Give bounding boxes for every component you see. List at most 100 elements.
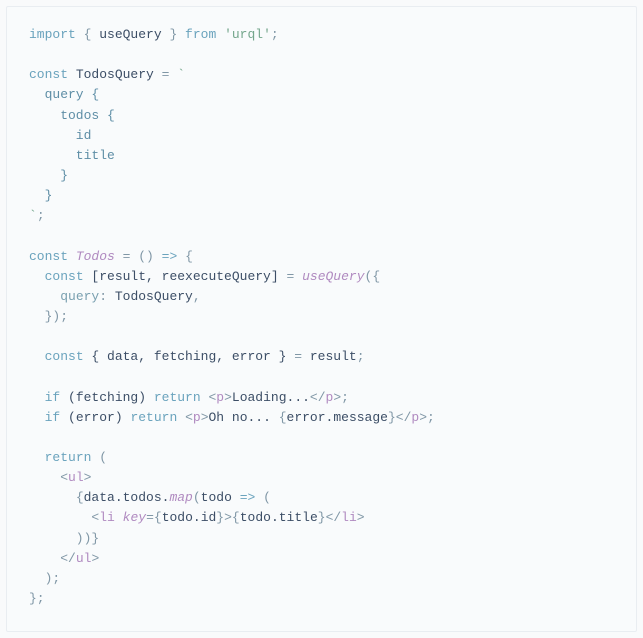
tok: (fetching) — [60, 390, 154, 405]
tok: } — [388, 410, 396, 425]
tok: => — [162, 249, 178, 264]
tok: ); — [29, 571, 60, 586]
tok: </ — [396, 410, 412, 425]
tok: = — [154, 67, 177, 82]
tok: > — [91, 551, 99, 566]
tok: from — [185, 27, 216, 42]
tok: : — [99, 289, 115, 304]
tok: { data, fetching, error } — [84, 349, 295, 364]
tok: ( — [91, 450, 107, 465]
tok — [68, 67, 76, 82]
tok — [177, 410, 185, 425]
tok — [29, 450, 45, 465]
tok: import — [29, 27, 76, 42]
tok: } — [318, 510, 326, 525]
tok: { — [76, 27, 99, 42]
tok — [29, 510, 91, 525]
tok: ( — [193, 490, 201, 505]
tok: { — [76, 490, 84, 505]
tok: ; — [271, 27, 279, 42]
tok — [115, 510, 123, 525]
tok: > — [224, 390, 232, 405]
tok: </ — [326, 510, 342, 525]
tok — [29, 470, 60, 485]
tok: id — [29, 128, 91, 143]
tok: { — [279, 410, 287, 425]
tok: error.message — [287, 410, 388, 425]
tok: () — [130, 249, 161, 264]
tok: ))} — [29, 531, 99, 546]
tok: > — [419, 410, 427, 425]
tok: => — [240, 490, 256, 505]
tok: ( — [255, 490, 271, 505]
tok: const — [29, 249, 68, 264]
tok: return — [154, 390, 201, 405]
tok — [216, 27, 224, 42]
tok — [29, 490, 76, 505]
code-content: import { useQuery } from 'urql'; const T… — [29, 25, 614, 609]
tok: const — [29, 67, 68, 82]
tok: key — [123, 510, 146, 525]
tok: { — [232, 510, 240, 525]
tok: todo — [201, 490, 240, 505]
tok: p — [193, 410, 201, 425]
code-block: import { useQuery } from 'urql'; const T… — [6, 6, 637, 632]
tok: result — [302, 349, 357, 364]
tok: ; — [37, 208, 45, 223]
tok: useQuery — [99, 27, 161, 42]
tok: return — [45, 450, 92, 465]
tok: } — [29, 188, 52, 203]
tok: > — [84, 470, 92, 485]
tok: { — [154, 510, 162, 525]
tok: useQuery — [302, 269, 364, 284]
tok: todos { — [29, 108, 115, 123]
tok: TodosQuery — [115, 289, 193, 304]
tok: ; — [341, 390, 349, 405]
tok: } — [29, 168, 68, 183]
tok: > — [333, 390, 341, 405]
tok: ` — [29, 208, 37, 223]
tok: ; — [357, 349, 365, 364]
tok: return — [130, 410, 177, 425]
tok: title — [29, 148, 115, 163]
tok: Loading... — [232, 390, 310, 405]
tok: } — [162, 27, 185, 42]
tok: if — [45, 410, 61, 425]
tok — [294, 269, 302, 284]
tok: li — [99, 510, 115, 525]
tok — [29, 390, 45, 405]
tok: }; — [29, 591, 45, 606]
tok: < — [185, 410, 193, 425]
tok: < — [60, 470, 68, 485]
tok: p — [216, 390, 224, 405]
tok: , — [193, 289, 201, 304]
tok: todo.id — [162, 510, 217, 525]
tok: ; — [427, 410, 435, 425]
tok: [result, reexecuteQuery] — [84, 269, 287, 284]
tok: if — [45, 390, 61, 405]
tok: todo.title — [240, 510, 318, 525]
tok: </ — [60, 551, 76, 566]
tok: const — [45, 349, 84, 364]
tok: </ — [310, 390, 326, 405]
tok — [29, 269, 45, 284]
tok: }); — [29, 309, 68, 324]
tok: data.todos. — [84, 490, 170, 505]
tok: li — [341, 510, 357, 525]
tok — [29, 349, 45, 364]
tok: query { — [29, 87, 99, 102]
tok — [29, 551, 60, 566]
tok: = — [146, 510, 154, 525]
tok: ` — [177, 67, 185, 82]
tok: TodosQuery — [76, 67, 154, 82]
tok: map — [169, 490, 192, 505]
tok: query — [60, 289, 99, 304]
tok: Todos — [68, 249, 123, 264]
tok: ul — [68, 470, 84, 485]
tok: > — [201, 410, 209, 425]
tok: > — [224, 510, 232, 525]
tok: (error) — [60, 410, 130, 425]
tok: 'urql' — [224, 27, 271, 42]
tok: } — [216, 510, 224, 525]
tok: ul — [76, 551, 92, 566]
